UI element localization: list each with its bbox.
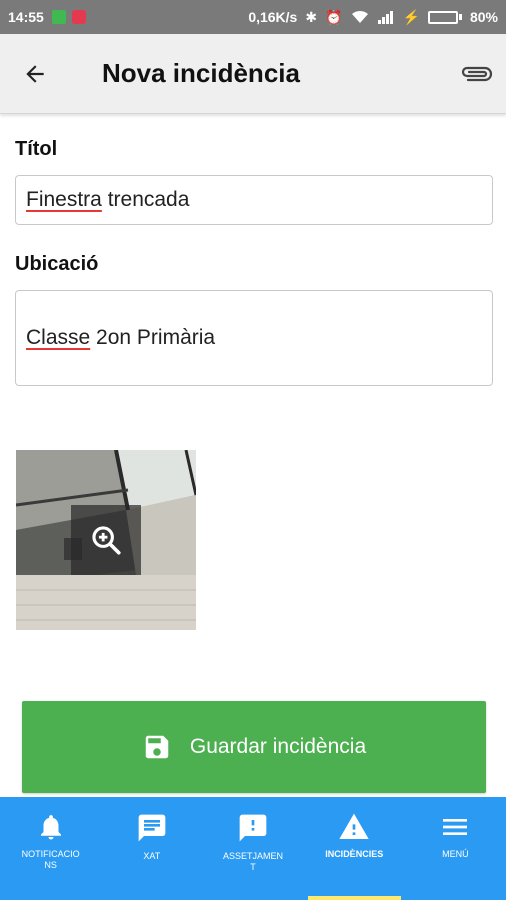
zoom-in-icon bbox=[92, 526, 121, 555]
title-value-misspelled: Finestra bbox=[26, 188, 102, 211]
zoom-button[interactable] bbox=[71, 505, 141, 575]
nav-item-bullying[interactable]: ASSETJAMENT bbox=[202, 797, 303, 900]
nav-label: NOTIFICACIONS bbox=[21, 849, 80, 870]
save-icon bbox=[142, 732, 172, 762]
location-value: 2on Primària bbox=[90, 326, 216, 349]
nav-label: MENÚ bbox=[442, 849, 469, 859]
status-bar: 14:55 0,16K/s ✱ ⏰ ⚡ 80% bbox=[0, 0, 506, 34]
save-button[interactable]: Guardar incidència bbox=[22, 701, 486, 793]
location-value-misspelled: Classe bbox=[26, 326, 91, 349]
battery-icon bbox=[427, 10, 462, 24]
paperclip-icon bbox=[461, 66, 493, 81]
network-speed: 0,16K/s bbox=[248, 9, 298, 25]
bottom-navigation: NOTIFICACIONS XAT ASSETJAMENT INCIDÈNCIE… bbox=[0, 797, 506, 900]
location-input[interactable]: Classe 2on Primària bbox=[15, 290, 493, 386]
charging-icon: ⚡ bbox=[402, 9, 420, 25]
nav-label: XAT bbox=[143, 851, 161, 861]
bell-icon bbox=[40, 815, 61, 840]
bluetooth-icon: ✱ bbox=[305, 9, 318, 25]
arrow-back-icon bbox=[26, 64, 44, 83]
back-button[interactable] bbox=[0, 34, 70, 114]
status-icons: 0,16K/s ✱ ⏰ ⚡ 80% bbox=[248, 9, 498, 25]
title-label: Títol bbox=[15, 138, 58, 160]
save-button-label: Guardar incidència bbox=[189, 735, 367, 758]
wifi-icon bbox=[351, 10, 368, 23]
status-time: 14:55 bbox=[8, 9, 44, 25]
nav-item-notifications[interactable]: NOTIFICACIONS bbox=[0, 797, 101, 900]
alert-chat-icon bbox=[239, 814, 267, 842]
warning-icon bbox=[339, 813, 369, 839]
nav-label: INCIDÈNCIES bbox=[325, 849, 384, 859]
signal-icon bbox=[377, 11, 393, 24]
notification-app-icon bbox=[51, 10, 66, 24]
menu-icon bbox=[443, 819, 468, 835]
nav-label: ASSETJAMENT bbox=[223, 851, 284, 872]
notification-app-icon bbox=[71, 10, 86, 24]
title-value: trencada bbox=[101, 188, 190, 211]
title-input[interactable]: Finestra trencada bbox=[15, 175, 493, 225]
nav-item-incidents[interactable]: INCIDÈNCIES bbox=[304, 797, 405, 900]
nav-item-menu[interactable]: MENÚ bbox=[405, 797, 506, 900]
alarm-icon: ⏰ bbox=[325, 9, 343, 25]
chat-icon bbox=[138, 814, 166, 842]
battery-percent: 80% bbox=[469, 9, 498, 25]
page-title: Nova incidència bbox=[102, 58, 300, 88]
nav-item-chat[interactable]: XAT bbox=[101, 797, 202, 900]
attach-button[interactable] bbox=[446, 34, 506, 114]
photo-thumbnail[interactable] bbox=[16, 450, 196, 630]
app-bar: Nova incidència bbox=[0, 34, 506, 114]
location-label: Ubicació bbox=[15, 253, 99, 275]
